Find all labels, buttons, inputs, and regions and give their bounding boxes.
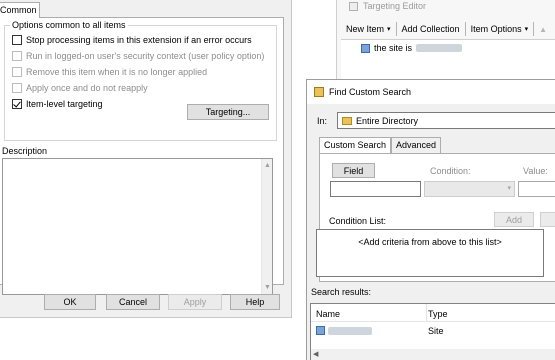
value-input[interactable]	[518, 181, 555, 197]
cancel-button[interactable]: Cancel	[106, 294, 160, 310]
find-custom-search-dialog: Find Custom Search In: Entire Directory …	[306, 79, 555, 360]
option-remove-item: Remove this item when it is no longer ap…	[12, 67, 207, 77]
add-collection-label: Add Collection	[401, 24, 460, 34]
targeting-editor-title: Targeting Editor	[349, 0, 426, 12]
targeting-button-label: Targeting...	[205, 107, 251, 117]
option-apply-once: Apply once and do not reapply	[12, 83, 148, 93]
options-group-title: Options common to all items	[10, 20, 128, 30]
add-button-label: Add	[505, 214, 522, 225]
remove-item-checkbox	[12, 67, 22, 77]
new-item-menu[interactable]: New Item ▾	[341, 22, 397, 36]
option-item-level-targeting[interactable]: Item-level targeting	[12, 99, 103, 109]
row-type: Site	[428, 326, 444, 336]
scroll-down-arrow-icon[interactable]: ▼	[264, 284, 271, 291]
condition-list[interactable]: <Add criteria from above to this list>	[316, 229, 544, 277]
apply-once-checkbox	[12, 83, 22, 93]
field-button[interactable]: Field	[332, 163, 375, 178]
item-properties-dialog: Common Options common to all items Stop …	[0, 0, 292, 318]
ok-button-label: OK	[63, 297, 77, 307]
item-level-targeting-checkbox[interactable]	[12, 99, 22, 109]
condition-label: Condition:	[430, 166, 471, 176]
find-dialog-titlebar: Find Custom Search	[307, 80, 555, 104]
results-header: Name Type	[311, 304, 555, 322]
find-dialog-title: Find Custom Search	[329, 87, 412, 97]
common-tab-panel: Options common to all items Stop process…	[0, 17, 284, 295]
in-label: In:	[317, 116, 328, 126]
new-item-label: New Item	[346, 24, 385, 34]
tree-item-site[interactable]: the site is	[361, 43, 463, 53]
chevron-down-icon: ▾	[387, 26, 391, 33]
remove-button	[540, 212, 555, 227]
targeting-toolbar: New Item ▾ Add Collection Item Options ▾…	[341, 20, 552, 38]
option-stop-processing[interactable]: Stop processing items in this extension …	[12, 35, 252, 45]
field-button-label: Field	[343, 165, 364, 176]
column-divider	[426, 304, 427, 322]
option-label: Remove this item when it is no longer ap…	[26, 67, 208, 77]
scroll-left-arrow-icon[interactable]: ◀	[313, 350, 318, 358]
apply-button-label: Apply	[183, 297, 207, 307]
search-results-list[interactable]: Name Type Site ◀	[310, 303, 555, 360]
add-collection-button[interactable]: Add Collection	[397, 22, 466, 36]
targeting-editor-title-text: Targeting Editor	[363, 1, 427, 11]
value-label: Value:	[523, 166, 548, 176]
description-textarea[interactable]: ▲ ▼	[2, 158, 273, 295]
chevron-down-icon: ▾	[524, 26, 529, 33]
targeting-button[interactable]: Targeting...	[187, 104, 269, 120]
find-dialog-icon	[314, 87, 324, 97]
run-in-user-context-checkbox	[12, 51, 22, 61]
help-button-label: Help	[245, 297, 265, 307]
tab-common[interactable]: Common	[0, 2, 40, 18]
option-label: Run in logged-on user's security context…	[26, 51, 265, 61]
options-group: Options common to all items Stop process…	[4, 20, 277, 141]
option-run-in-user-context: Run in logged-on user's security context…	[12, 51, 264, 61]
description-scrollbar[interactable]: ▲ ▼	[261, 159, 272, 294]
arrow-up-icon: ▲	[539, 24, 548, 34]
condition-select: ▾	[424, 181, 515, 197]
search-results-label: Search results:	[311, 287, 372, 297]
column-header-type[interactable]: Type	[428, 309, 448, 319]
toolbar-arrow-up[interactable]: ▲	[534, 22, 552, 36]
column-header-name[interactable]: Name	[316, 309, 340, 319]
item-options-menu[interactable]: Item Options ▾	[466, 22, 535, 36]
targeting-editor-icon	[349, 1, 358, 11]
redacted-value	[416, 44, 463, 52]
option-label: Item-level targeting	[26, 99, 103, 109]
tab-advanced-label: Advanced	[396, 140, 437, 150]
condition-list-label: Condition List:	[329, 216, 387, 226]
table-row[interactable]: Site	[311, 323, 555, 339]
scroll-up-arrow-icon[interactable]: ▲	[264, 162, 271, 169]
redacted-name	[328, 327, 372, 335]
tab-advanced[interactable]: Advanced	[391, 137, 442, 153]
condition-list-placeholder: <Add criteria from above to this list>	[358, 237, 502, 247]
tree-item-label: the site is	[374, 43, 413, 53]
cancel-button-label: Cancel	[118, 297, 147, 307]
stop-processing-checkbox[interactable]	[12, 35, 22, 45]
find-tabs: Custom Search Advanced	[319, 137, 442, 154]
option-label: Stop processing items in this extension …	[26, 35, 252, 45]
folder-icon	[342, 116, 352, 125]
description-label: Description	[2, 146, 48, 156]
item-options-label: Item Options	[470, 24, 522, 34]
site-icon	[316, 326, 325, 335]
results-horizontal-scrollbar[interactable]: ◀	[311, 349, 555, 360]
site-icon	[361, 43, 370, 53]
ok-button[interactable]: OK	[44, 294, 96, 310]
apply-button: Apply	[168, 294, 222, 310]
tab-common-label: Common	[0, 5, 37, 15]
help-button[interactable]: Help	[230, 294, 280, 310]
tab-custom-search-label: Custom Search	[324, 140, 387, 150]
in-scope-value: Entire Directory	[356, 115, 419, 126]
tab-custom-search[interactable]: Custom Search	[319, 137, 392, 154]
add-button: Add	[494, 212, 534, 227]
option-label: Apply once and do not reapply	[26, 83, 148, 93]
chevron-down-icon: ▾	[507, 185, 511, 192]
in-scope-combobox[interactable]: Entire Directory	[337, 112, 555, 129]
field-input[interactable]	[330, 181, 421, 197]
